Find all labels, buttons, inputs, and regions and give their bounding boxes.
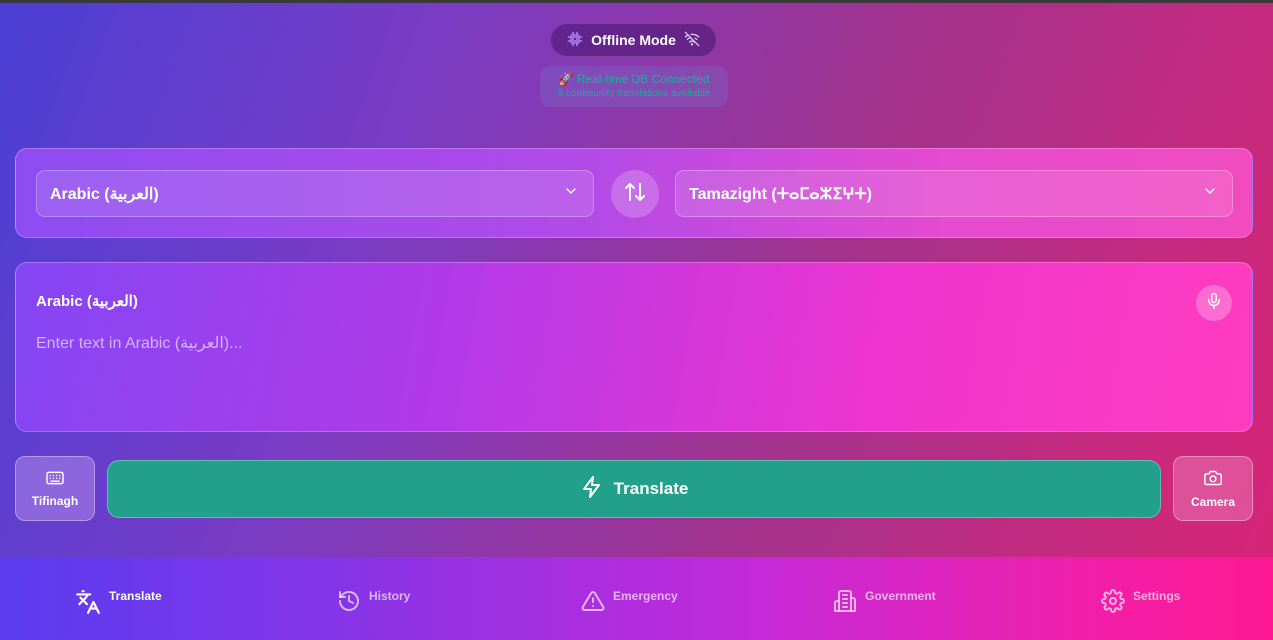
- db-status-subtitle: 3 community translations available: [557, 88, 711, 99]
- keyboard-icon: [45, 470, 65, 489]
- source-text-card: Arabic (العربية): [15, 262, 1253, 432]
- language-selector-card: Arabic (العربية) Tamazight (ⵜⴰⵎⴰⵣⵉⵖⵜ): [15, 148, 1253, 238]
- voice-input-button[interactable]: [1196, 285, 1232, 321]
- nav-item-settings[interactable]: Settings: [1101, 557, 1180, 640]
- db-status-banner: 🚀 Real-time DB Connected 3 community tra…: [540, 66, 728, 107]
- nav-label: Settings: [1133, 589, 1181, 603]
- window-top-border: [0, 0, 1273, 3]
- bottom-navigation: Translate History Emergency Government S…: [0, 557, 1273, 640]
- source-text-label: Arabic (العربية): [36, 293, 138, 310]
- nav-label: History: [369, 589, 411, 603]
- chevron-down-icon: [563, 183, 579, 204]
- nav-item-emergency[interactable]: Emergency: [581, 557, 678, 640]
- wifi-off-icon: [684, 31, 700, 50]
- source-text-input[interactable]: [36, 329, 1186, 359]
- source-language-value: Arabic (العربية): [50, 185, 159, 203]
- db-status-title: 🚀 Real-time DB Connected: [558, 72, 710, 86]
- nav-label: Government: [865, 589, 936, 603]
- tifinagh-keyboard-button[interactable]: Tifinagh: [15, 456, 95, 521]
- target-language-select[interactable]: Tamazight (ⵜⴰⵎⴰⵣⵉⵖⵜ): [675, 170, 1233, 217]
- target-language-value: Tamazight (ⵜⴰⵎⴰⵣⵉⵖⵜ): [689, 185, 872, 203]
- gear-icon: [1101, 589, 1125, 616]
- lightning-icon: [580, 475, 604, 504]
- tifinagh-label: Tifinagh: [31, 493, 79, 508]
- camera-button[interactable]: Camera: [1173, 456, 1253, 521]
- translate-button-label: Translate: [613, 479, 689, 498]
- swap-languages-button[interactable]: [611, 170, 659, 218]
- history-icon: [337, 589, 361, 616]
- offline-mode-badge[interactable]: Offline Mode: [550, 23, 717, 57]
- camera-label: Camera: [1190, 494, 1236, 509]
- warning-icon: [581, 589, 605, 616]
- building-icon: [833, 589, 857, 616]
- microphone-icon: [1205, 292, 1223, 315]
- source-language-select[interactable]: Arabic (العربية): [36, 170, 594, 217]
- offline-mode-label: Offline Mode: [591, 32, 676, 48]
- translate-button[interactable]: Translate: [107, 460, 1161, 518]
- camera-icon: [1203, 469, 1223, 490]
- nav-item-government[interactable]: Government: [833, 557, 936, 640]
- chevron-down-icon: [1202, 183, 1218, 204]
- nav-item-translate[interactable]: Translate: [75, 557, 162, 640]
- translate-icon: [75, 589, 101, 618]
- nav-label: Emergency: [613, 589, 678, 603]
- nav-item-history[interactable]: History: [337, 557, 410, 640]
- chip-icon: [567, 31, 583, 50]
- nav-label: Translate: [109, 589, 162, 603]
- swap-arrows-icon: [623, 180, 647, 209]
